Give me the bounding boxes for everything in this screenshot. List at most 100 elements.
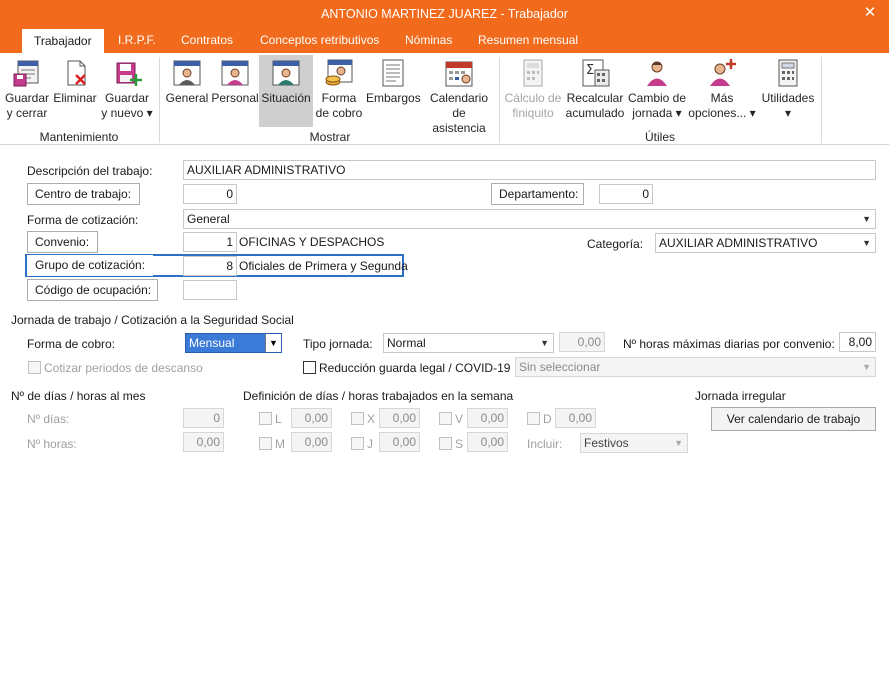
ver-calendario-button[interactable]: Ver calendario de trabajo	[711, 407, 876, 431]
utilities-icon	[778, 59, 798, 87]
personal-button[interactable]: Personal	[211, 57, 259, 106]
tab-contratos[interactable]: Contratos	[169, 28, 245, 53]
grupo-cotizacion-code-field[interactable]: 8	[183, 256, 237, 276]
codigo-ocupacion-field[interactable]	[183, 280, 237, 300]
day-x-field[interactable]: 0,00	[379, 408, 420, 428]
incluir-select[interactable]: Festivos ▼	[580, 433, 688, 453]
descripcion-field[interactable]: AUXILIAR ADMINISTRATIVO	[183, 160, 876, 180]
attendance-calendar-icon	[445, 61, 473, 87]
semana-section-title: Definición de días / horas trabajados en…	[243, 389, 514, 403]
forma-cobro-value: Mensual	[189, 336, 235, 350]
jornada-irregular-title: Jornada irregular	[695, 389, 786, 403]
tipo-jornada-select[interactable]: Normal ▼	[383, 333, 554, 353]
num-horas-field[interactable]: 0,00	[183, 432, 224, 452]
forma-cotizacion-value: General	[187, 212, 230, 226]
more-options-icon	[710, 59, 736, 86]
general-button[interactable]: General	[165, 57, 209, 106]
tab-trabajador[interactable]: Trabajador	[22, 29, 104, 53]
day-s-label: S	[455, 437, 464, 451]
centro-trabajo-field[interactable]: 0	[183, 184, 237, 204]
descripcion-label: Descripción del trabajo:	[27, 164, 153, 178]
centro-trabajo-button[interactable]: Centro de trabajo:	[27, 183, 140, 205]
day-v-field[interactable]: 0,00	[467, 408, 508, 428]
convenio-code-field[interactable]: 1	[183, 232, 237, 252]
recalculate-button[interactable]: Σ Recalcular acumulado	[565, 57, 625, 121]
payment-method-button[interactable]: Forma de cobro	[315, 57, 363, 121]
forma-cobro-select[interactable]: Mensual ▼	[185, 333, 282, 353]
tab-conceptos-retributivos[interactable]: Conceptos retributivos	[248, 28, 391, 53]
utilities-button[interactable]: Utilidades ▾	[760, 57, 816, 121]
day-j-checkbox[interactable]	[351, 437, 364, 450]
grupo-cotizacion-button[interactable]: Grupo de cotización:	[27, 255, 153, 276]
day-l-checkbox[interactable]	[259, 412, 272, 425]
recalculate-label-2: acumulado	[565, 106, 625, 120]
window-titlebar: ANTONIO MARTINEZ JUAREZ - Trabajador ✕	[0, 0, 889, 28]
day-v-checkbox[interactable]	[439, 412, 452, 425]
tab-irpf[interactable]: I.R.P.F.	[106, 28, 168, 53]
chevron-down-icon: ▼	[862, 238, 871, 248]
day-m-checkbox[interactable]	[259, 437, 272, 450]
tab-nominas[interactable]: Nóminas	[393, 28, 464, 53]
save-new-button[interactable]: Guardar y nuevo ▾	[101, 57, 153, 121]
codigo-ocupacion-button[interactable]: Código de ocupación:	[27, 279, 158, 301]
categoria-label: Categoría:	[587, 237, 644, 251]
payment-method-label-2: de cobro	[315, 106, 363, 120]
chevron-down-icon: ▼	[265, 334, 281, 352]
day-s-checkbox[interactable]	[439, 437, 452, 450]
settlement-calc-label-2: finiquito	[512, 106, 554, 120]
save-close-button[interactable]: Guardar y cerrar	[4, 57, 50, 121]
day-l-label: L	[275, 412, 282, 426]
tab-bar: Trabajador I.R.P.F. Contratos Conceptos …	[0, 28, 889, 53]
day-x-checkbox[interactable]	[351, 412, 364, 425]
worker-personal-icon	[221, 60, 249, 86]
payment-method-label-1: Forma	[321, 91, 357, 105]
personal-label: Personal	[211, 91, 259, 105]
settlement-calc-button[interactable]: Cálculo de finiquito	[504, 57, 562, 121]
max-horas-field[interactable]: 8,00	[839, 332, 876, 352]
chevron-down-icon: ▼	[862, 214, 871, 224]
ribbon-separator	[159, 57, 160, 143]
change-schedule-button[interactable]: Cambio de jornada ▾	[627, 57, 687, 121]
group-mostrar-label: Mostrar	[309, 130, 351, 144]
reduccion-guarda-value: Sin seleccionar	[519, 360, 601, 374]
save-close-label-2: y cerrar	[6, 106, 48, 120]
reduccion-guarda-label: Reducción guarda legal / COVID-19	[319, 361, 511, 375]
cotizar-descanso-checkbox[interactable]	[28, 361, 41, 374]
reduccion-guarda-select[interactable]: Sin seleccionar ▼	[515, 357, 876, 377]
reduccion-guarda-checkbox[interactable]	[303, 361, 316, 374]
categoria-value: AUXILIAR ADMINISTRATIVO	[659, 236, 818, 250]
day-s-field[interactable]: 0,00	[467, 432, 508, 452]
seizures-button[interactable]: Embargos	[366, 57, 421, 106]
day-l-field[interactable]: 0,00	[291, 408, 332, 428]
window-title: ANTONIO MARTINEZ JUAREZ - Trabajador	[321, 7, 568, 21]
attendance-calendar-button[interactable]: Calendario de asistencia	[424, 57, 494, 136]
day-j-field[interactable]: 0,00	[379, 432, 420, 452]
tipo-jornada-number-field[interactable]: 0,00	[559, 332, 605, 352]
forma-cotizacion-select[interactable]: General ▼	[183, 209, 876, 229]
day-d-checkbox[interactable]	[527, 412, 540, 425]
utilities-label-1: Utilidades	[761, 91, 815, 105]
day-d-label: D	[543, 412, 552, 426]
close-icon[interactable]: ✕	[861, 4, 879, 22]
worker-general-icon	[173, 60, 201, 86]
day-m-label: M	[275, 437, 285, 451]
day-m-field[interactable]: 0,00	[291, 432, 332, 452]
departamento-button[interactable]: Departamento:	[491, 183, 584, 205]
departamento-field[interactable]: 0	[599, 184, 653, 204]
delete-button[interactable]: Eliminar	[53, 57, 97, 106]
ribbon-separator	[821, 57, 822, 143]
chevron-down-icon: ▼	[674, 438, 683, 448]
more-options-label-2: opciones... ▾	[688, 106, 756, 120]
num-dias-field[interactable]: 0	[183, 408, 224, 428]
convenio-button[interactable]: Convenio:	[27, 231, 98, 253]
save-close-icon	[13, 60, 39, 87]
day-v-label: V	[455, 412, 464, 426]
situacion-button[interactable]: Situación	[259, 55, 313, 127]
save-new-icon	[116, 62, 142, 86]
jornada-section-title: Jornada de trabajo / Cotización a la Seg…	[11, 313, 294, 327]
more-options-button[interactable]: Más opciones... ▾	[688, 57, 756, 121]
cotizar-descanso-label: Cotizar periodos de descanso	[44, 361, 203, 375]
day-d-field[interactable]: 0,00	[555, 408, 596, 428]
tab-resumen-mensual[interactable]: Resumen mensual	[466, 28, 590, 53]
categoria-select[interactable]: AUXILIAR ADMINISTRATIVO ▼	[655, 233, 876, 253]
